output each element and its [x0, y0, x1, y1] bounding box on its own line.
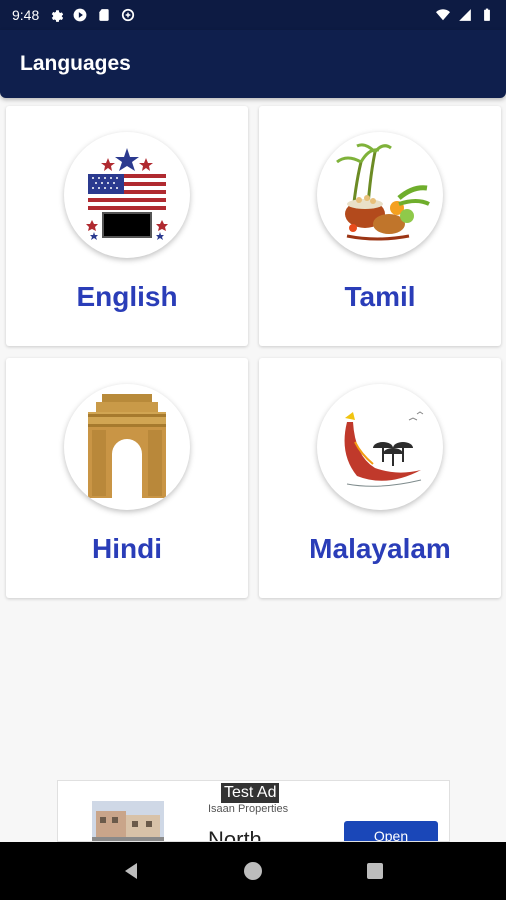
- language-card-hindi[interactable]: Hindi: [6, 358, 248, 598]
- app-bar: Languages: [0, 30, 506, 98]
- data-saver-icon: [122, 8, 135, 22]
- settings-icon: [52, 10, 64, 22]
- snake-boat-icon: [344, 411, 424, 487]
- language-label-english: English: [76, 281, 178, 312]
- malayalam-image: [317, 384, 443, 510]
- system-nav-bar: [0, 842, 506, 900]
- home-icon: [244, 862, 262, 880]
- status-right: [436, 8, 494, 22]
- nav-back-button[interactable]: [118, 858, 144, 884]
- status-time: 9:48: [12, 7, 40, 23]
- page-title: Languages: [20, 52, 131, 75]
- nav-home-button[interactable]: [240, 858, 266, 884]
- ad-banner[interactable]: Test Ad Isaan Properties North Open: [57, 780, 450, 842]
- ad-headline: North: [208, 827, 262, 842]
- wifi-icon: [436, 9, 450, 21]
- status-bar: 9:48: [0, 0, 506, 30]
- hindi-image: [64, 384, 190, 510]
- recents-icon: [367, 863, 383, 879]
- status-left: 9:48: [12, 7, 135, 23]
- language-label-hindi: Hindi: [92, 533, 162, 564]
- english-image: [64, 132, 190, 258]
- ad-open-button[interactable]: Open: [344, 821, 438, 841]
- tamil-image: [317, 132, 443, 258]
- pongal-harvest-icon: [336, 143, 430, 241]
- language-label-malayalam: Malayalam: [309, 533, 451, 564]
- back-icon: [125, 863, 137, 879]
- india-gate-icon: [88, 394, 166, 498]
- language-label-tamil: Tamil: [344, 281, 416, 312]
- usa-flag-icon: [86, 148, 168, 240]
- language-card-malayalam[interactable]: Malayalam: [259, 358, 501, 598]
- battery-icon: [484, 8, 490, 21]
- language-card-tamil[interactable]: Tamil: [259, 106, 501, 346]
- language-card-english[interactable]: English: [6, 106, 248, 346]
- ad-image: [92, 801, 164, 841]
- ad-advertiser: Isaan Properties: [208, 803, 289, 815]
- play-protect-icon: [73, 8, 87, 22]
- nav-recents-button[interactable]: [362, 858, 388, 884]
- test-ad-badge: Test Ad: [221, 783, 280, 803]
- sd-card-icon: [99, 9, 109, 21]
- signal-icon: [459, 9, 471, 21]
